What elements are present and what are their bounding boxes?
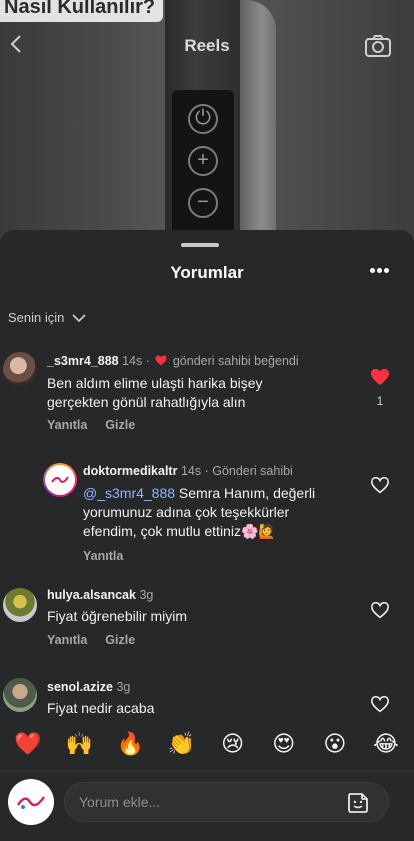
camera-icon[interactable] xyxy=(364,34,392,58)
reply-button[interactable]: Yanıtla xyxy=(83,549,123,563)
reply-button[interactable]: Yanıtla xyxy=(47,633,87,647)
comment-time: 3g xyxy=(116,680,131,694)
heart-icon xyxy=(155,355,167,366)
comment-text: Ben aldım elime ulaşti harika bişey gerç… xyxy=(47,374,263,412)
emoji-quick-bar: ❤️ 🙌 🔥 👏 😢 😍 😮 😂 xyxy=(0,719,414,769)
comment-composer xyxy=(0,770,414,841)
heart-outline-icon[interactable] xyxy=(370,695,390,713)
mention-link[interactable]: @_s3mr4_888 xyxy=(83,485,175,501)
sheet-title: Yorumlar xyxy=(170,263,244,282)
comment-text: @_s3mr4_888 Semra Hanım, değerli yorumun… xyxy=(83,484,315,541)
heart-outline-icon[interactable] xyxy=(370,601,390,619)
logo-mark-icon xyxy=(16,796,45,809)
comment-text-line: efendim, çok mutlu ettiniz🌸🙋 xyxy=(83,523,276,539)
avatar[interactable] xyxy=(3,352,37,386)
comment-filter-dropdown[interactable]: Senin için xyxy=(8,310,86,325)
chevron-down-icon xyxy=(72,313,86,322)
comment-text-line: gerçekten gönül rahatlığıyla alın xyxy=(47,394,246,410)
comment-input[interactable] xyxy=(64,782,389,822)
reply-button[interactable]: Yanıtla xyxy=(47,418,87,432)
emoji-crying[interactable]: 😢 xyxy=(215,726,251,762)
brand-logo xyxy=(45,465,75,495)
comment-meta: doktormedikaltr 14s · Gönderi sahibi xyxy=(83,464,293,478)
heart-filled-icon[interactable] xyxy=(370,368,390,386)
owner-liked-label: gönderi sahibi beğendi xyxy=(172,354,299,368)
hide-button[interactable]: Gizle xyxy=(105,633,135,647)
like-count: 1 xyxy=(376,394,384,408)
avatar[interactable] xyxy=(3,588,37,622)
comment-text-line: Ben aldım elime ulaşti harika bişey xyxy=(47,375,263,391)
power-icon: ⏻ xyxy=(188,104,218,134)
comment-time: 14s xyxy=(180,464,202,478)
comment-text-line: Fiyat nedir acaba xyxy=(47,700,155,716)
filter-label: Senin için xyxy=(8,310,65,325)
logo-mark-icon xyxy=(51,476,69,483)
comment-meta: hulya.alsancak 3g xyxy=(47,588,153,602)
comment-text-fragment: Semra Hanım, değerli xyxy=(175,485,316,501)
comment-actions: Yanıtla xyxy=(83,549,123,563)
video-overlay-title: Nasıl Kullanılır? xyxy=(0,0,164,22)
hide-button[interactable]: Gizle xyxy=(105,418,135,432)
avatar[interactable] xyxy=(43,463,77,497)
comment-time: 3g xyxy=(139,588,154,602)
emoji-clap[interactable]: 👏 xyxy=(163,726,199,762)
comments-sheet: Yorumlar Senin için _s3mr4_888 14s · gön… xyxy=(0,230,414,841)
emoji-laughing[interactable]: 😂 xyxy=(368,726,404,762)
comment-text: Fiyat nedir acaba xyxy=(47,699,154,718)
avatar[interactable] xyxy=(3,678,37,712)
username[interactable]: _s3mr4_888 xyxy=(47,354,119,368)
username[interactable]: senol.azize xyxy=(47,680,113,694)
emoji-heart[interactable]: ❤️ xyxy=(10,726,46,762)
drag-handle[interactable] xyxy=(181,243,219,247)
username[interactable]: hulya.alsancak xyxy=(47,588,136,602)
comment-actions: Yanıtla Gizle xyxy=(47,418,135,432)
comment-time: 14s xyxy=(122,354,143,368)
comment-meta: _s3mr4_888 14s · gönderi sahibi beğendi xyxy=(47,354,299,368)
sticker-icon[interactable] xyxy=(346,791,370,815)
minus-icon: − xyxy=(188,188,218,218)
more-options-icon[interactable] xyxy=(370,268,390,274)
emoji-fire[interactable]: 🔥 xyxy=(112,726,148,762)
owner-badge: Gönderi sahibi xyxy=(212,464,293,478)
comment-meta: senol.azize 3g xyxy=(47,680,130,694)
current-user-avatar xyxy=(8,779,54,825)
comment-text-line: @_s3mr4_888 Semra Hanım, değerli xyxy=(83,484,315,503)
comment-text-line: Fiyat öğrenebilir miyim xyxy=(47,608,188,624)
emoji-raised-hands[interactable]: 🙌 xyxy=(61,726,97,762)
plus-icon: + xyxy=(188,146,218,176)
page-title: Reels xyxy=(184,36,230,55)
comment-text: Fiyat öğrenebilir miyim xyxy=(47,607,187,626)
comment-actions: Yanıtla Gizle xyxy=(47,633,135,647)
username[interactable]: doktormedikaltr xyxy=(83,464,177,478)
emoji-heart-eyes[interactable]: 😍 xyxy=(266,726,302,762)
heart-outline-icon[interactable] xyxy=(370,476,390,494)
emoji-surprised[interactable]: 😮 xyxy=(317,726,353,762)
comment-text-line: yorumunuz adına çok teşekkürler xyxy=(83,504,290,520)
